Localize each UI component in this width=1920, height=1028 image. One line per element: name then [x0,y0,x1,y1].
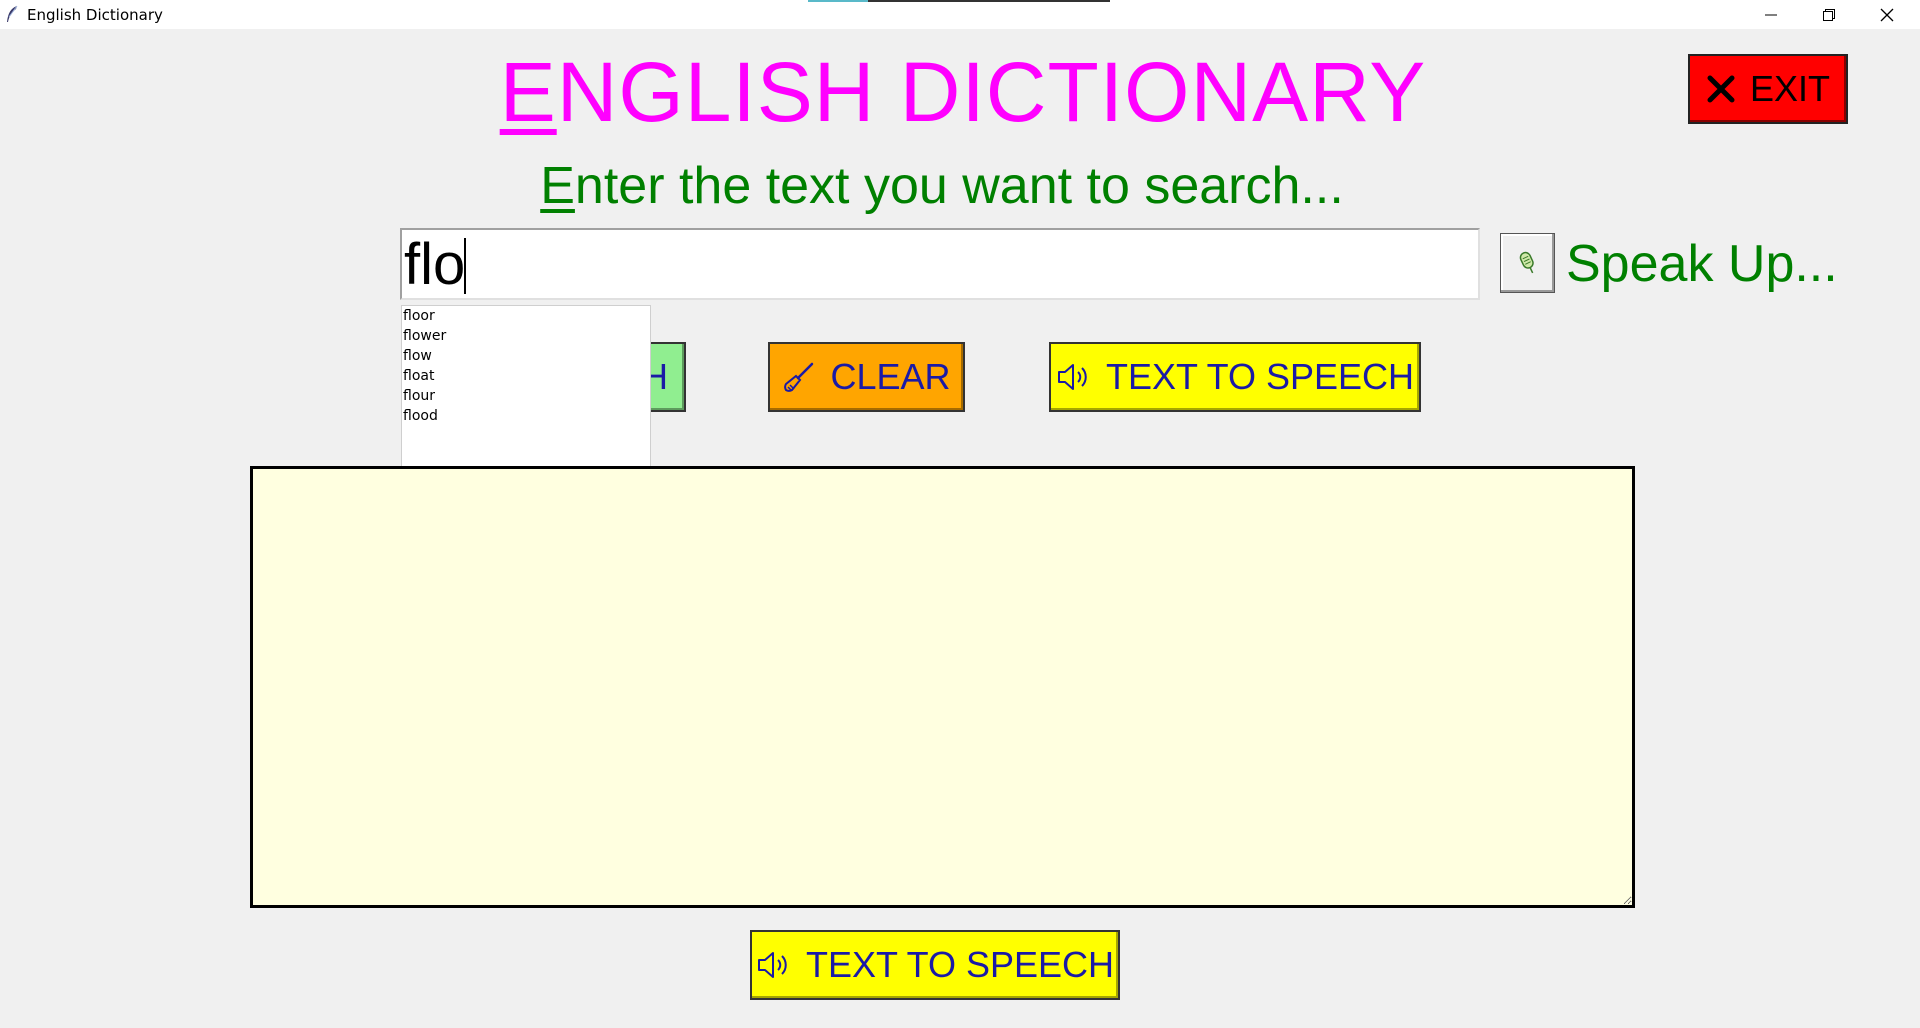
search-prompt: Enter the text you want to search... [0,156,1920,216]
app-title-initial: E [499,45,557,139]
close-icon [1880,8,1894,21]
restore-button[interactable] [1800,0,1858,29]
text-to-speech-button-top[interactable]: TEXT TO SPEECH [1049,342,1421,412]
restore-icon [1823,8,1835,21]
title-bar-accent-dark [868,0,1110,2]
search-prompt-initial: E [540,157,575,215]
close-x-icon [1707,75,1735,103]
exit-button[interactable]: EXIT [1688,54,1848,124]
text-to-speech-button-bottom[interactable]: TEXT TO SPEECH [750,930,1120,1000]
window-title: English Dictionary [27,6,163,24]
feather-icon [7,5,18,22]
app-title: ENGLISH DICTIONARY [0,46,1920,138]
broom-icon [784,362,814,392]
app-title-rest: NGLISH DICTIONARY [556,45,1427,139]
text-caret [464,238,466,294]
text-to-speech-label-bottom: TEXT TO SPEECH [805,944,1115,985]
search-input[interactable] [400,228,1480,300]
suggestion-item[interactable]: float [402,366,650,386]
suggestion-item[interactable]: flow [402,346,650,366]
minimize-icon [1765,14,1777,15]
speaker-icon [1057,364,1087,390]
title-bar: English Dictionary [0,0,1920,29]
clear-button-label: CLEAR [830,356,951,397]
minimize-button[interactable] [1742,0,1800,29]
suggestion-item[interactable]: floor [402,306,650,326]
exit-label: EXIT [1749,68,1830,109]
result-text-area[interactable] [250,466,1635,908]
clear-button[interactable]: CLEAR [768,342,965,412]
microphone-button[interactable] [1500,233,1555,293]
speaker-icon [757,952,787,978]
search-prompt-rest: nter the text you want to search... [574,157,1344,215]
speak-up-label: Speak Up... [1566,235,1838,293]
suggestion-item[interactable]: flour [402,386,650,406]
close-window-button[interactable] [1858,0,1916,29]
suggestion-item[interactable]: flower [402,326,650,346]
suggestion-item[interactable]: flood [402,406,650,426]
microphone-icon [1519,251,1534,274]
title-bar-accent [808,0,868,2]
text-to-speech-label-top: TEXT TO SPEECH [1105,356,1415,397]
